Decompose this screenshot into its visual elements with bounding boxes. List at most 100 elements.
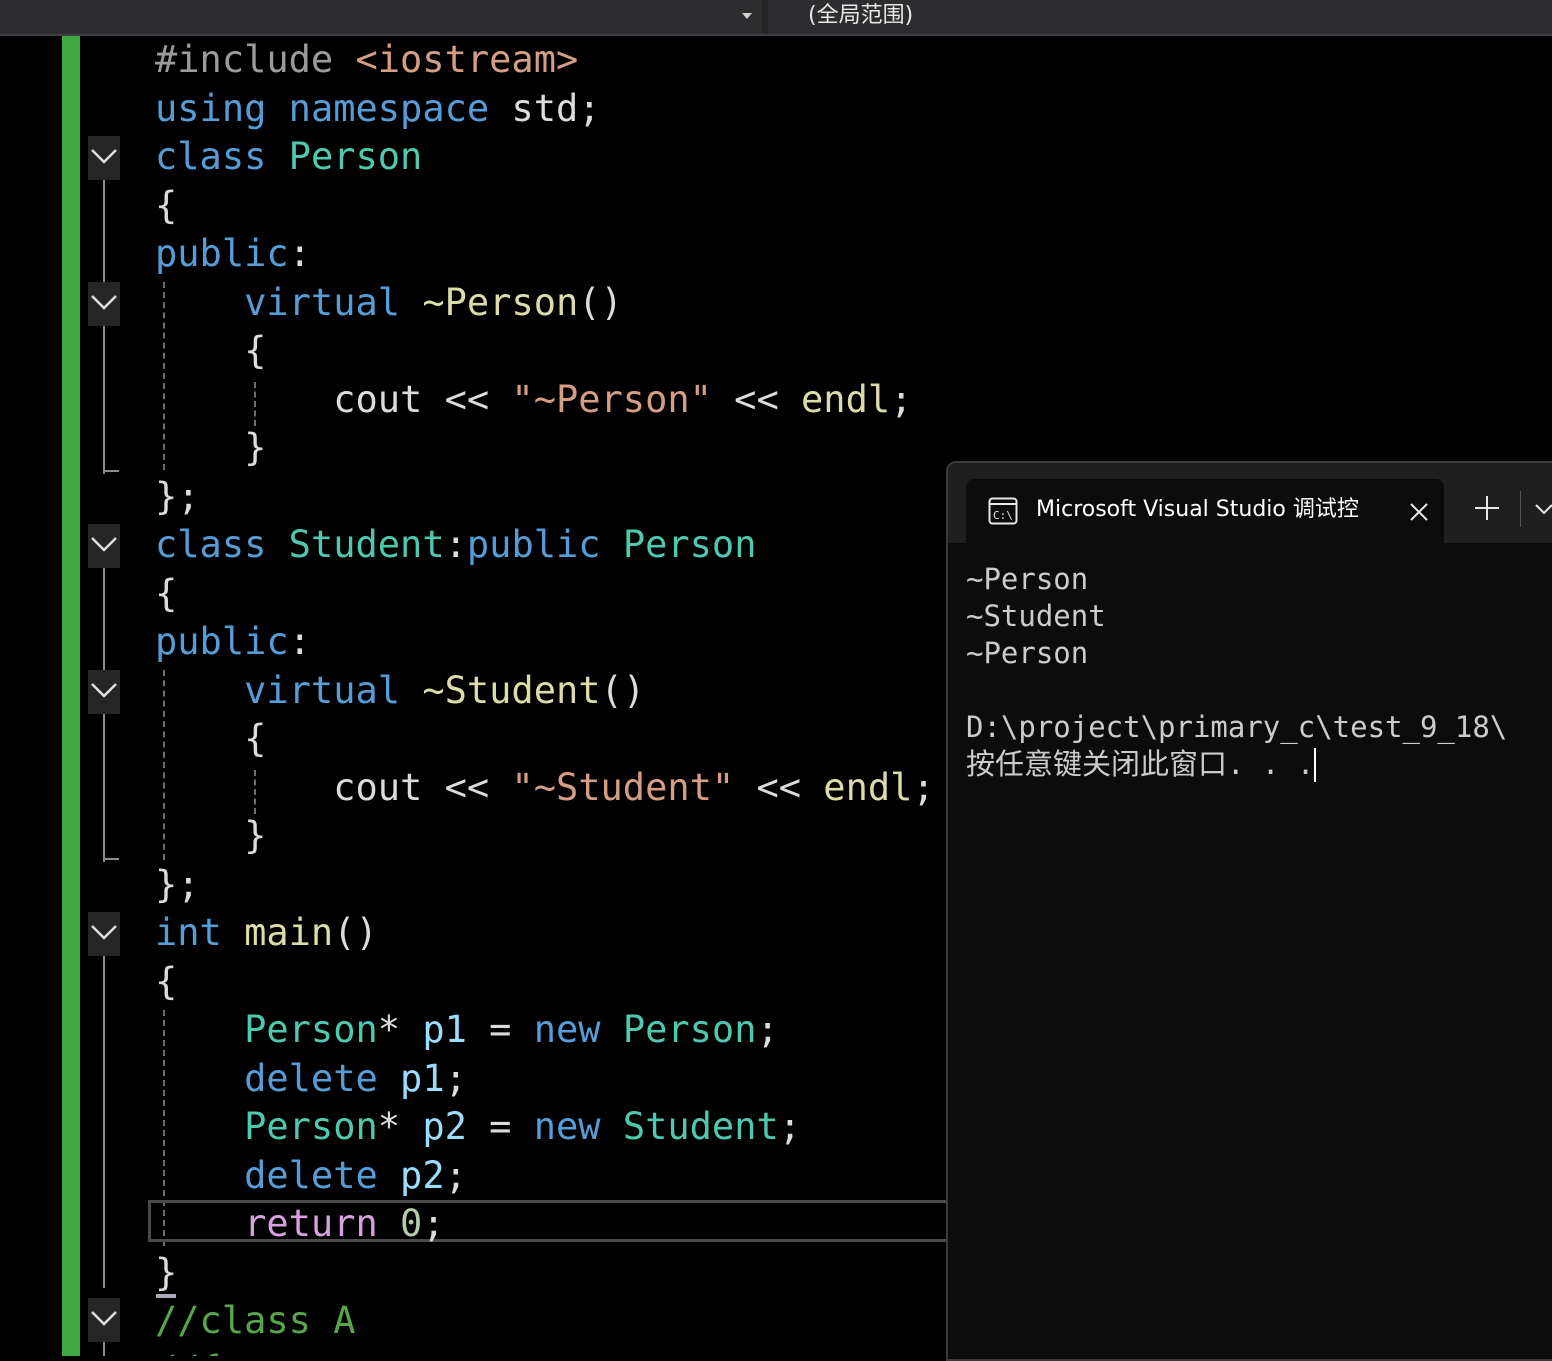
outline-line bbox=[103, 954, 105, 1288]
code-line: } bbox=[155, 1249, 177, 1297]
code-line: } bbox=[155, 424, 266, 472]
code-token: using bbox=[155, 86, 267, 130]
code-token: }; bbox=[155, 862, 200, 906]
code-token: Person bbox=[288, 135, 423, 178]
code-token: Person bbox=[622, 1008, 757, 1051]
console-line: D:\project\primary_c\test_9_18\ bbox=[966, 710, 1508, 744]
code-token: std; bbox=[489, 86, 601, 130]
code-token: }; bbox=[155, 474, 200, 518]
code-token: p2 bbox=[400, 1153, 445, 1197]
code-token: cout << bbox=[155, 377, 512, 421]
code-token: //class A bbox=[155, 1299, 356, 1342]
fold-toggle-main[interactable] bbox=[88, 912, 120, 956]
debug-console-window[interactable]: C:\ Microsoft Visual Studio 调试控 ~Person … bbox=[946, 461, 1552, 1361]
code-token: namespace bbox=[288, 86, 490, 130]
code-editor[interactable]: #include <iostream> using namespace std; c… bbox=[0, 36, 948, 1356]
chevron-down-icon bbox=[91, 683, 117, 698]
code-token: p1 bbox=[400, 1056, 445, 1100]
code-line: Person* p2 = new Student; bbox=[155, 1103, 801, 1151]
console-line: ~Person bbox=[966, 562, 1089, 596]
code-token: { bbox=[155, 717, 267, 760]
member-dropdown-arrow-icon[interactable] bbox=[735, 6, 759, 28]
code-token: } bbox=[155, 814, 267, 857]
fold-toggle-comment[interactable] bbox=[88, 1298, 120, 1342]
code-line: }; bbox=[155, 861, 200, 909]
fold-toggle-class-person[interactable] bbox=[88, 136, 120, 180]
code-token: ~Person bbox=[422, 280, 579, 324]
code-token: delete bbox=[244, 1056, 378, 1100]
fold-toggle-person-destructor[interactable] bbox=[88, 282, 120, 326]
code-token: p2 bbox=[422, 1105, 467, 1148]
code-line: { bbox=[155, 570, 177, 618]
code-token: () bbox=[333, 911, 378, 954]
code-line: Person* p1 = new Person; bbox=[155, 1006, 779, 1054]
svg-text:C:\: C:\ bbox=[993, 509, 1013, 522]
code-token: p1 bbox=[422, 1008, 467, 1051]
code-token: new bbox=[533, 1008, 601, 1051]
text-cursor bbox=[1314, 748, 1317, 782]
code-token: { bbox=[155, 329, 267, 372]
code-line: class Student:public Person bbox=[155, 521, 756, 569]
code-token: ; bbox=[778, 1105, 802, 1148]
chevron-down-icon[interactable] bbox=[1534, 499, 1552, 519]
code-line: { bbox=[155, 327, 266, 375]
code-token: return bbox=[244, 1202, 378, 1245]
code-line: public: bbox=[155, 618, 311, 666]
code-token: "~Person" bbox=[511, 377, 712, 421]
code-token: Person bbox=[622, 523, 757, 566]
code-token: endl bbox=[801, 377, 891, 421]
code-token: ; bbox=[756, 1008, 779, 1051]
code-token: #include bbox=[155, 38, 356, 81]
code-line: cout << "~Person" << endl; bbox=[155, 376, 912, 424]
console-prompt-line: 按任意键关闭此窗口. . . bbox=[966, 746, 1317, 782]
code-line: int main() bbox=[155, 909, 378, 957]
console-tab[interactable]: C:\ Microsoft Visual Studio 调试控 bbox=[966, 479, 1444, 543]
code-token: } bbox=[155, 426, 267, 469]
code-token: = bbox=[466, 1105, 534, 1148]
console-tab-title: Microsoft Visual Studio 调试控 bbox=[1036, 497, 1359, 522]
code-token: << bbox=[734, 765, 824, 809]
code-line: return 0; bbox=[155, 1200, 445, 1248]
scope-bar-separator bbox=[762, 0, 768, 34]
fold-toggle-class-student[interactable] bbox=[88, 524, 120, 568]
code-token: { bbox=[155, 959, 178, 1003]
code-token: virtual bbox=[244, 280, 401, 324]
change-tracking-bar bbox=[62, 36, 80, 1356]
code-token: class bbox=[155, 135, 267, 178]
code-token: new bbox=[533, 1105, 601, 1148]
chevron-down-icon bbox=[91, 149, 117, 164]
code-token: = bbox=[466, 1008, 534, 1051]
outline-end bbox=[103, 470, 119, 472]
plus-icon[interactable] bbox=[1472, 493, 1502, 523]
code-token: () bbox=[578, 280, 623, 324]
code-token: public bbox=[155, 232, 289, 275]
code-line: cout << "~Student" << endl; bbox=[155, 764, 934, 812]
console-line: ~Person bbox=[966, 636, 1089, 670]
terminal-icon: C:\ bbox=[988, 497, 1018, 525]
close-icon[interactable] bbox=[1406, 499, 1432, 525]
code-line: #include <iostream> bbox=[155, 36, 578, 84]
code-token: () bbox=[600, 668, 646, 712]
code-token: Student bbox=[288, 523, 445, 566]
code-token: //{ bbox=[155, 1348, 244, 1357]
scope-dropdown-label[interactable]: (全局范围) bbox=[808, 3, 913, 29]
code-token: * bbox=[377, 1105, 423, 1148]
code-token: ; bbox=[444, 1153, 467, 1197]
code-line: virtual ~Person() bbox=[155, 279, 623, 327]
fold-toggle-student-destructor[interactable] bbox=[88, 670, 120, 714]
code-line: { bbox=[155, 182, 177, 230]
code-line: using namespace std; bbox=[155, 85, 601, 133]
